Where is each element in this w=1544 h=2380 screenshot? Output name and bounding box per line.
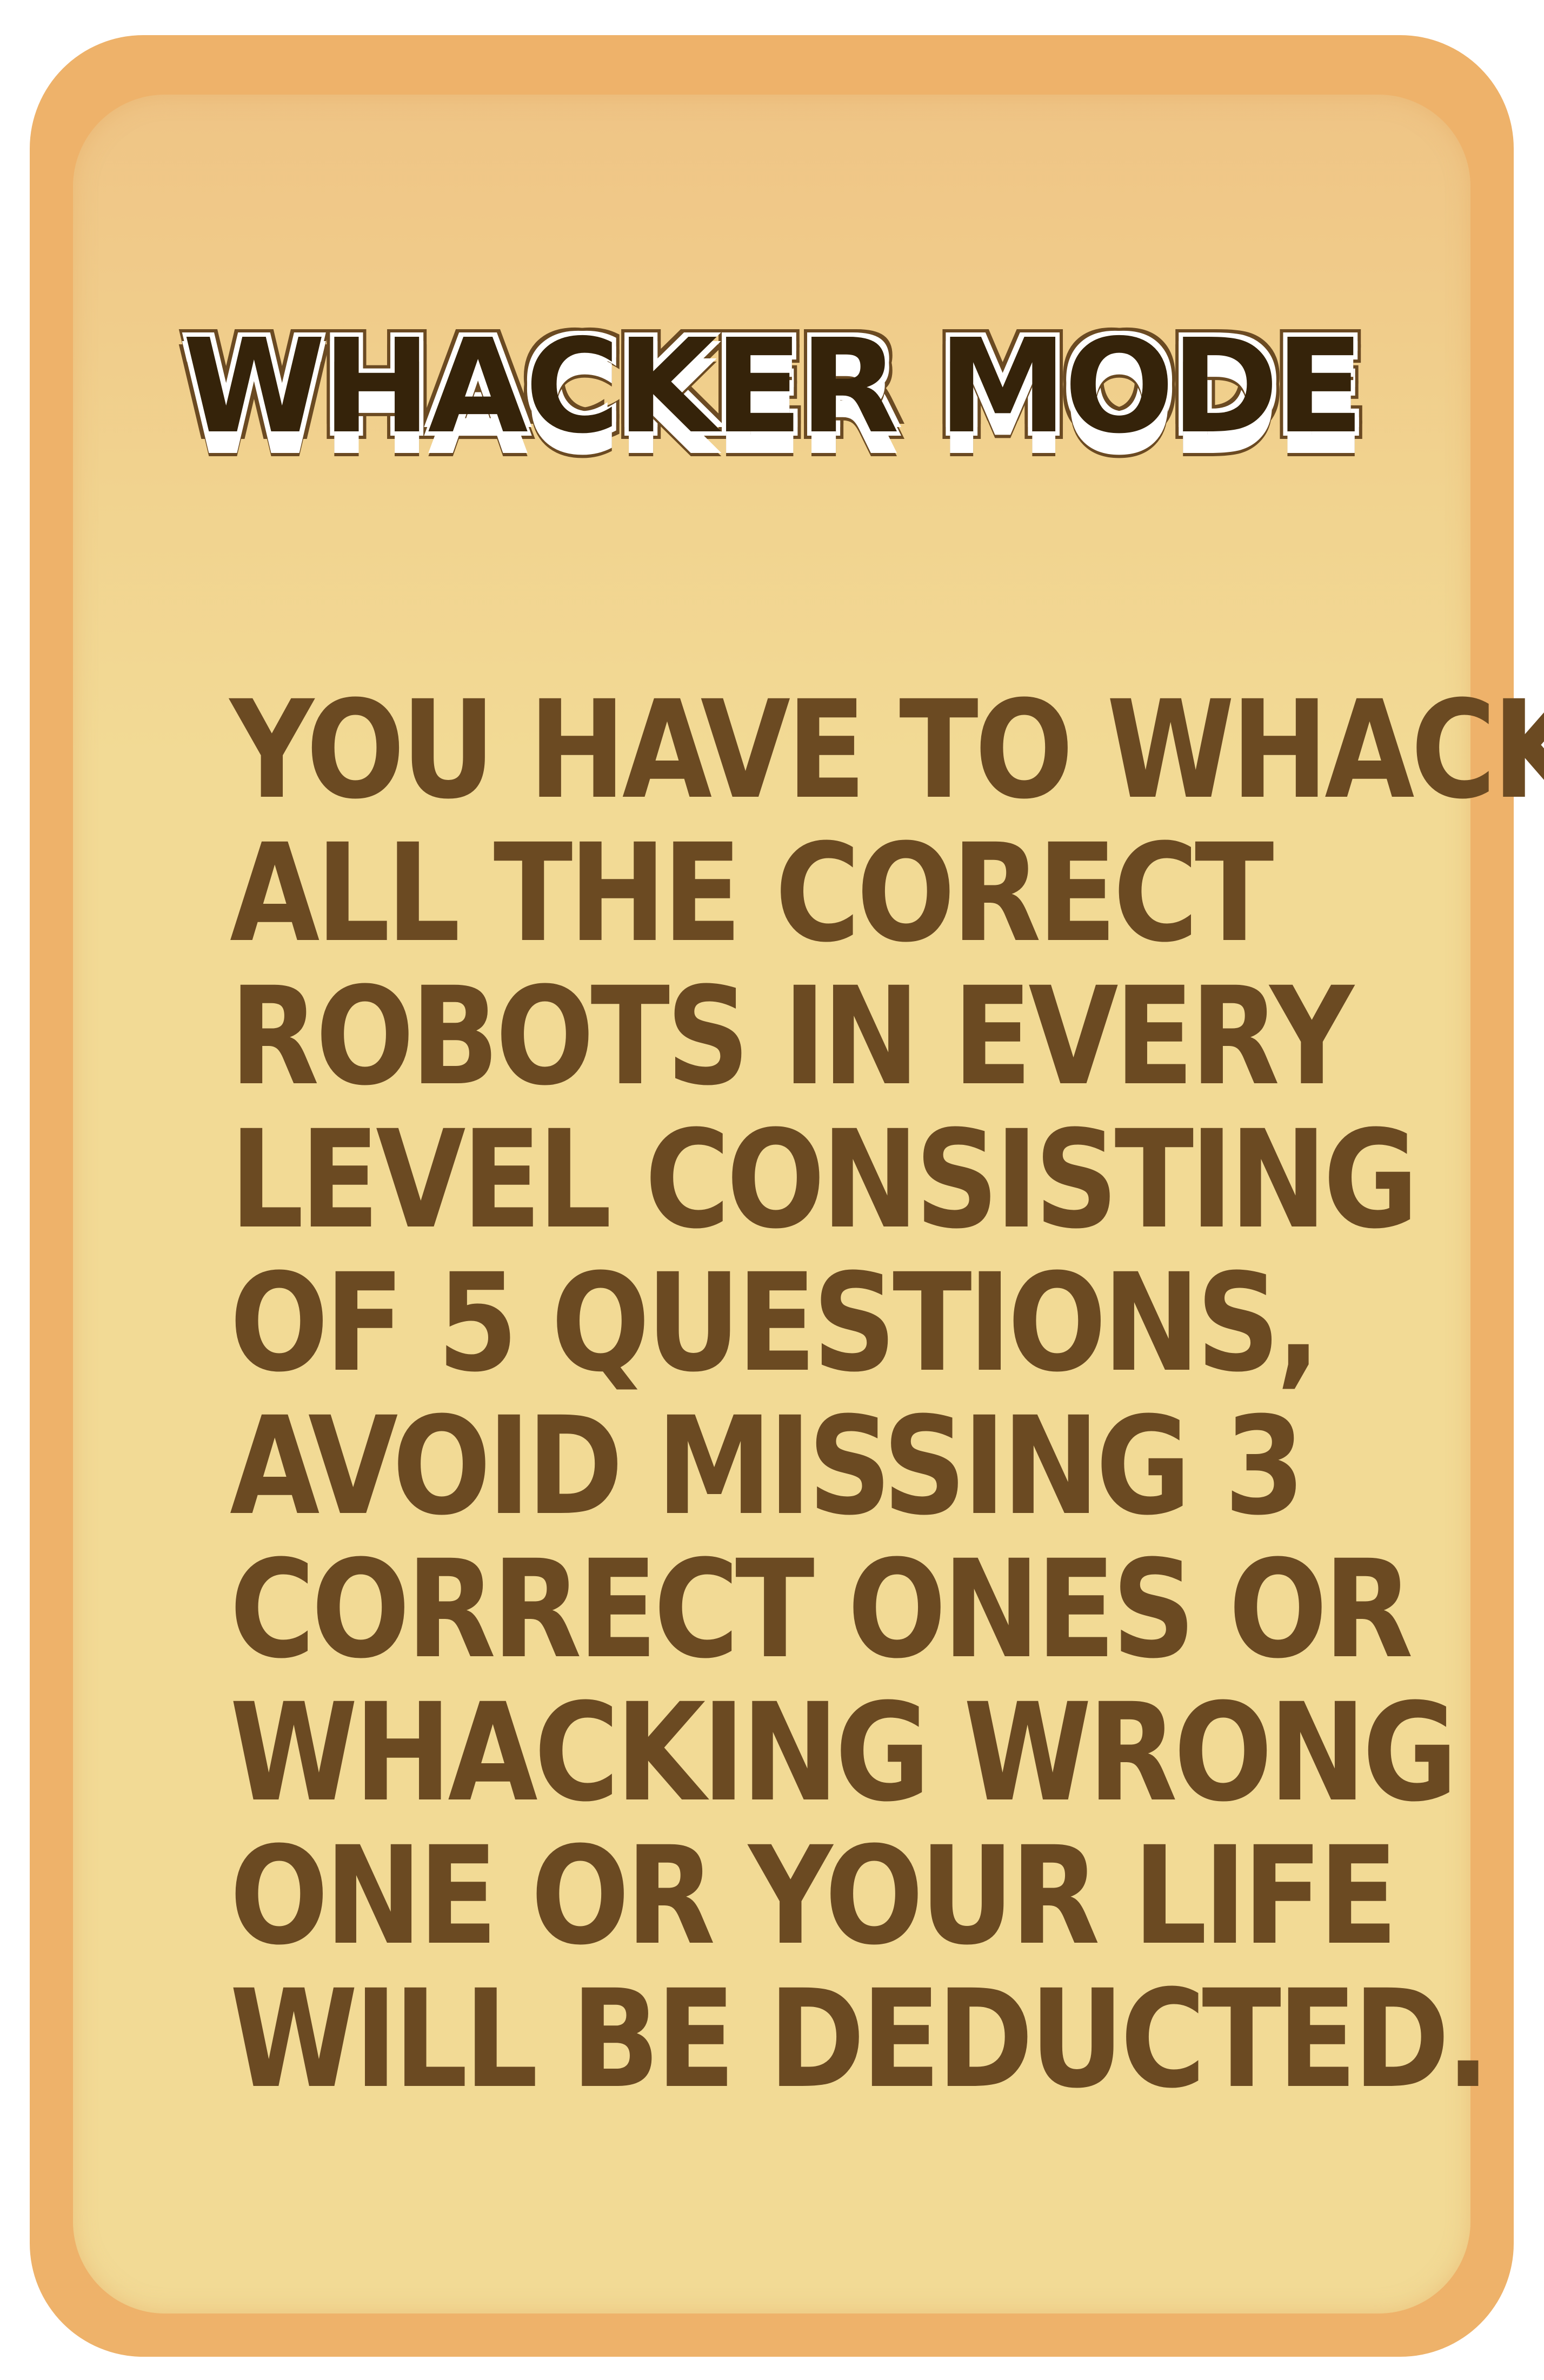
instruction-line: ROBOTS IN EVERY: [230, 958, 1354, 1115]
instruction-card: WHACKER MODE YOU HAVE TO WHACK ALL THE C…: [30, 35, 1544, 2357]
instruction-line: LEVEL CONSISTING: [230, 1101, 1419, 1258]
instruction-line: ALL THE CORECT: [230, 815, 1274, 972]
instruction-line: CORRECT ONES OR: [230, 1531, 1413, 1688]
instruction-line: WILL BE DEDUCTED.: [230, 1961, 1490, 2118]
card-title: WHACKER MODE: [182, 311, 1365, 462]
instruction-line: AVOID MISSING 3: [230, 1388, 1305, 1545]
instruction-line: ONE OR YOUR LIFE: [230, 1817, 1398, 1975]
instruction-line: YOU HAVE TO WHACK: [230, 671, 1544, 829]
instruction-line: WHACKING WRONG: [230, 1674, 1458, 1831]
instruction-line: OF 5 QUESTIONS,: [230, 1244, 1321, 1402]
instruction-text: YOU HAVE TO WHACK ALL THE CORECT ROBOTS …: [230, 671, 1544, 2118]
card-panel: WHACKER MODE YOU HAVE TO WHACK ALL THE C…: [73, 95, 1544, 2314]
